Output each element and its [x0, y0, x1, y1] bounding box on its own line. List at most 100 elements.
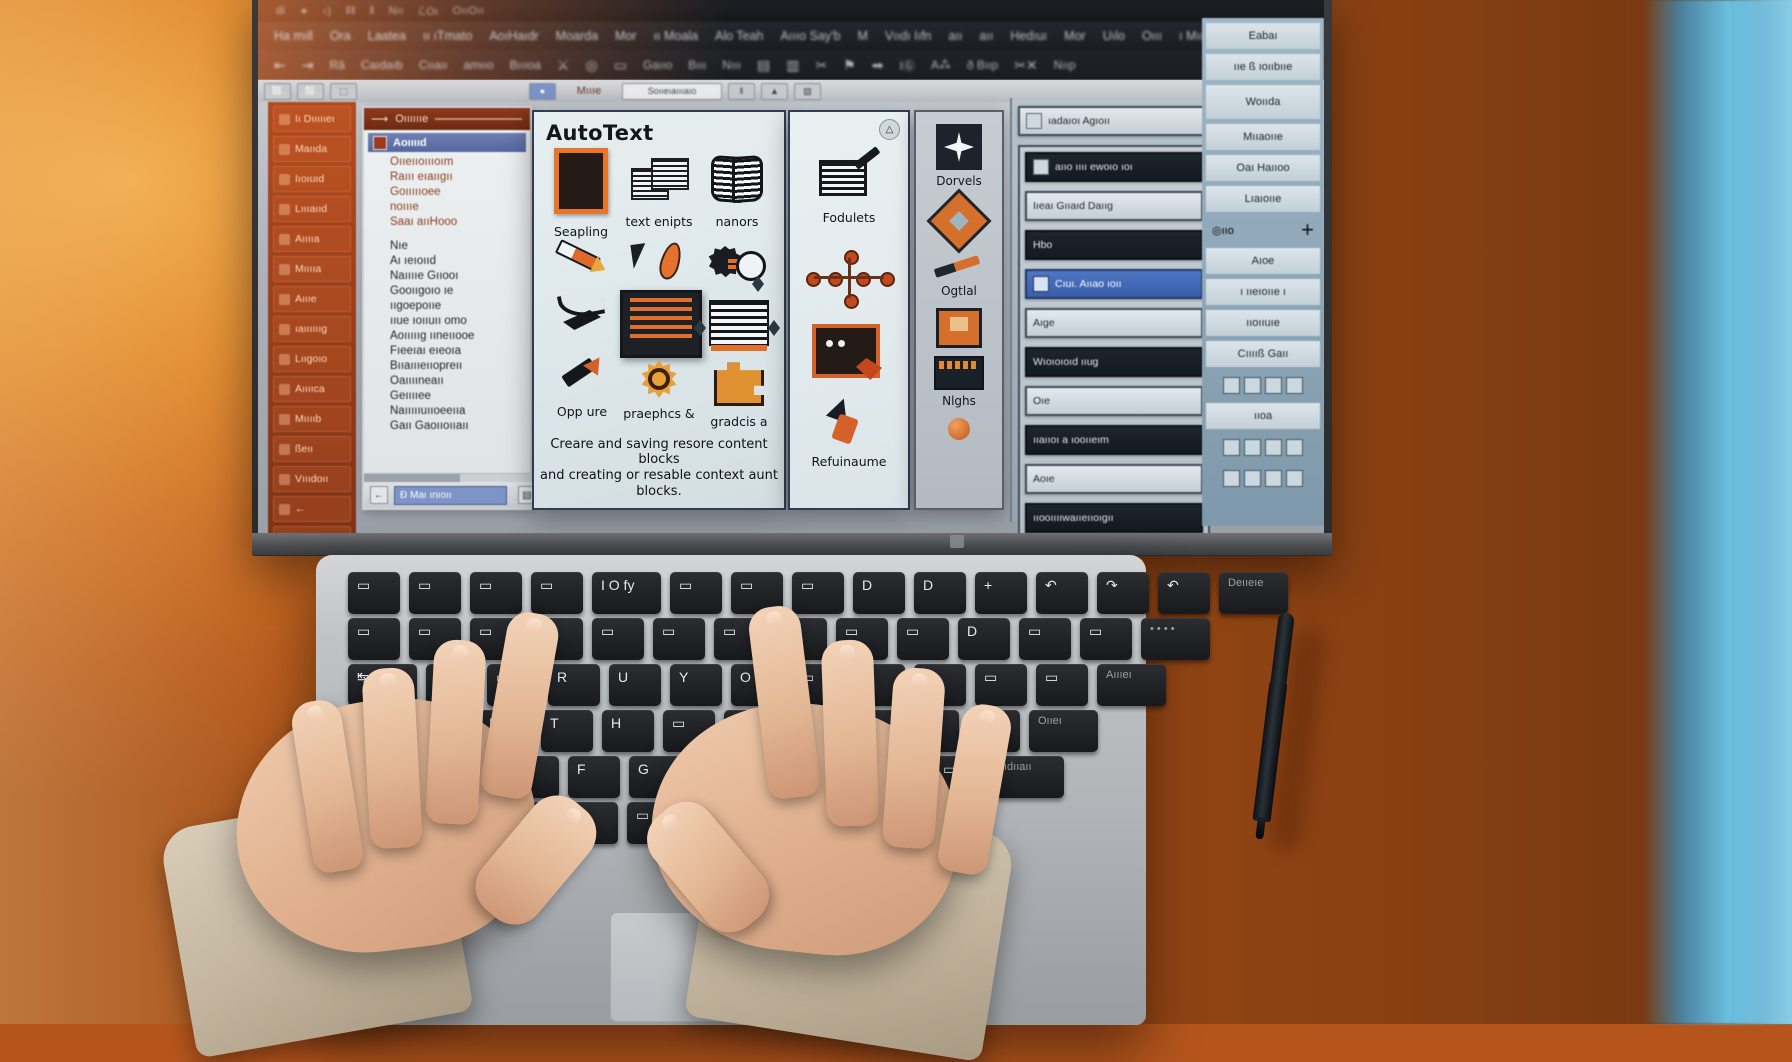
outline-row[interactable]: noıııe [364, 199, 530, 214]
menu-item[interactable]: Hedıuı [1010, 29, 1047, 43]
menu-item[interactable]: Aıııo Say'b [780, 29, 840, 43]
far-rail-row[interactable]: Eabaı [1206, 23, 1320, 49]
style-selector[interactable]: Soııeıaıııaıo [622, 82, 722, 100]
far-rail-row-with-plus[interactable]: ◎ııo + [1206, 217, 1320, 243]
outline-row[interactable]: Naııııe Gııooı [364, 268, 530, 283]
outline-row[interactable]: Aı ıeıoııd [364, 253, 530, 268]
toolbar-button[interactable]: Râ [329, 58, 344, 72]
formatting-chip[interactable]: ▲ [761, 82, 788, 100]
add-icon[interactable]: + [1301, 217, 1314, 243]
formatting-chip[interactable]: ▧ [794, 82, 821, 100]
autotext-cell[interactable]: nanors [698, 154, 776, 229]
sidebar-item[interactable]: Iı Dıııııeı [273, 106, 351, 132]
far-rail-row[interactable]: Lıaıoııe [1206, 186, 1320, 212]
far-rail-icon-row[interactable] [1206, 465, 1320, 491]
menu-item[interactable]: aıı [979, 29, 993, 43]
grid-icon[interactable] [1286, 376, 1303, 394]
toolbar-button[interactable]: ✂✕ [1014, 57, 1037, 74]
outline-row[interactable]: ııgoepoııe [364, 298, 530, 313]
autotext-cell[interactable]: Seapling [542, 148, 620, 239]
key[interactable]: ▭ [1080, 618, 1132, 660]
sidebar-item[interactable]: ßeıı [273, 436, 351, 462]
toolbar-button[interactable]: amııo [464, 58, 494, 72]
icon-group[interactable] [1223, 438, 1303, 456]
task-pane-row[interactable]: Hbo [1025, 230, 1203, 260]
far-rail-row[interactable]: ııoııuıe [1206, 310, 1320, 336]
outline-row[interactable]: Gooııgoıo ıe [364, 283, 530, 298]
sidebar-item[interactable]: ıaııııııg [273, 316, 351, 342]
outline-selected-item[interactable]: Aoııııd [368, 133, 526, 152]
key[interactable]: ▭ [670, 572, 722, 614]
icon-group[interactable] [1223, 469, 1303, 487]
key[interactable]: ▭ [348, 572, 400, 614]
key[interactable]: ▭ [792, 572, 844, 614]
menu-item[interactable]: Ora [330, 29, 351, 43]
outline-row[interactable]: Saaı aııHooo [364, 214, 530, 229]
toolbar-button[interactable]: ⇤ [274, 57, 286, 74]
key[interactable]: ▭ [897, 618, 949, 660]
grid-icon[interactable] [1244, 469, 1261, 487]
far-rail-row[interactable]: ı ııeıoııe ı [1206, 279, 1320, 305]
outline-row[interactable]: Naıııııuııoeeııa [364, 403, 530, 418]
toolbar-button[interactable]: Gaııo [643, 58, 672, 72]
key[interactable]: ↶ [1036, 572, 1088, 614]
far-rail-icon-row[interactable] [1206, 434, 1320, 460]
tool-rail-cell[interactable] [916, 308, 1002, 348]
sidebar-item[interactable]: Vıııdoıı [273, 466, 351, 492]
modules-cell[interactable]: Fodulets [802, 146, 896, 225]
task-pane-row[interactable]: Oıe [1025, 386, 1203, 416]
toolbar-button[interactable]: ð Bııp [967, 58, 998, 72]
toolbar-button[interactable]: ✂ [815, 57, 827, 74]
grid-icon[interactable] [1265, 469, 1282, 487]
key[interactable]: ▭ [975, 664, 1027, 706]
sidebar-item[interactable]: ← [273, 496, 351, 522]
key[interactable]: ↶ [1158, 572, 1210, 614]
menu-item[interactable]: M [858, 29, 868, 43]
key[interactable]: ▭ [1019, 618, 1071, 660]
autotext-cell[interactable] [620, 290, 702, 358]
menu-item[interactable]: AoıHaıdr [489, 29, 538, 43]
tool-rail-cell[interactable] [916, 418, 1002, 440]
key-h[interactable]: H [602, 710, 654, 752]
toolbar-button[interactable]: Caıdaıb [361, 58, 403, 72]
grid-icon[interactable] [1223, 469, 1240, 487]
toolbar-button[interactable]: ⚔ [557, 57, 570, 74]
toolbar-button[interactable]: IⒼ [899, 57, 914, 74]
task-pane-row[interactable]: Wıoıoıoıd ııug [1025, 347, 1203, 377]
far-rail-row[interactable]: ııe ß ıoııbııe [1206, 54, 1320, 80]
scrollbar-thumb[interactable] [364, 474, 460, 482]
task-pane-row-selected[interactable]: Cıuı. Aııao ıoıı [1025, 269, 1203, 299]
sidebar-item[interactable]: Aıııe [273, 286, 351, 312]
sidebar-item[interactable]: Lııgoıo [273, 346, 351, 372]
autotext-cell[interactable] [618, 240, 696, 282]
sidebar-item[interactable]: Iıoıuıd [273, 166, 351, 192]
grid-icon[interactable] [1286, 469, 1303, 487]
toolbar-button[interactable]: Nııı [722, 58, 741, 72]
menu-item[interactable]: Alo Teah [715, 29, 763, 43]
formatting-chip[interactable]: ⬜ [297, 82, 324, 100]
menu-item[interactable]: ıı ıTmato [423, 29, 472, 43]
far-rail-row[interactable]: Woııda [1206, 85, 1320, 119]
modules-cell[interactable]: Refuinaume [796, 394, 902, 469]
key[interactable]: ▭ [348, 618, 400, 660]
menu-item[interactable]: ıı Moala [654, 29, 698, 43]
outline-row[interactable]: ııue ıoııuıı omo [364, 313, 530, 328]
outline-row[interactable]: Geııııee [364, 388, 530, 403]
autotext-cell[interactable]: text enipts [620, 158, 698, 229]
key[interactable]: ▭ [470, 572, 522, 614]
back-arrow-icon[interactable]: ⟶ [371, 112, 388, 126]
key[interactable]: ▭ [653, 618, 705, 660]
key[interactable]: ▭ [1036, 664, 1088, 706]
task-pane-row[interactable]: ııaııoı a ıooııeım [1025, 425, 1203, 455]
key-u[interactable]: U [609, 664, 661, 706]
autotext-cell[interactable] [544, 239, 618, 278]
tool-rail-cell[interactable]: Dorvels [916, 124, 1002, 188]
formatting-chip[interactable]: ⬚ [330, 82, 357, 100]
key[interactable]: ▭ [531, 572, 583, 614]
tool-rail-cell[interactable] [916, 188, 1002, 254]
sidebar-item[interactable]: Lıııaııd [273, 196, 351, 222]
key-shift-right[interactable]: ıdııaıı [995, 756, 1064, 798]
key-return[interactable]: Oııeı [1029, 710, 1098, 752]
far-rail-row[interactable]: Cııııß Gaıı [1206, 341, 1320, 367]
toolbar-button[interactable]: Bıııoa [510, 58, 541, 72]
